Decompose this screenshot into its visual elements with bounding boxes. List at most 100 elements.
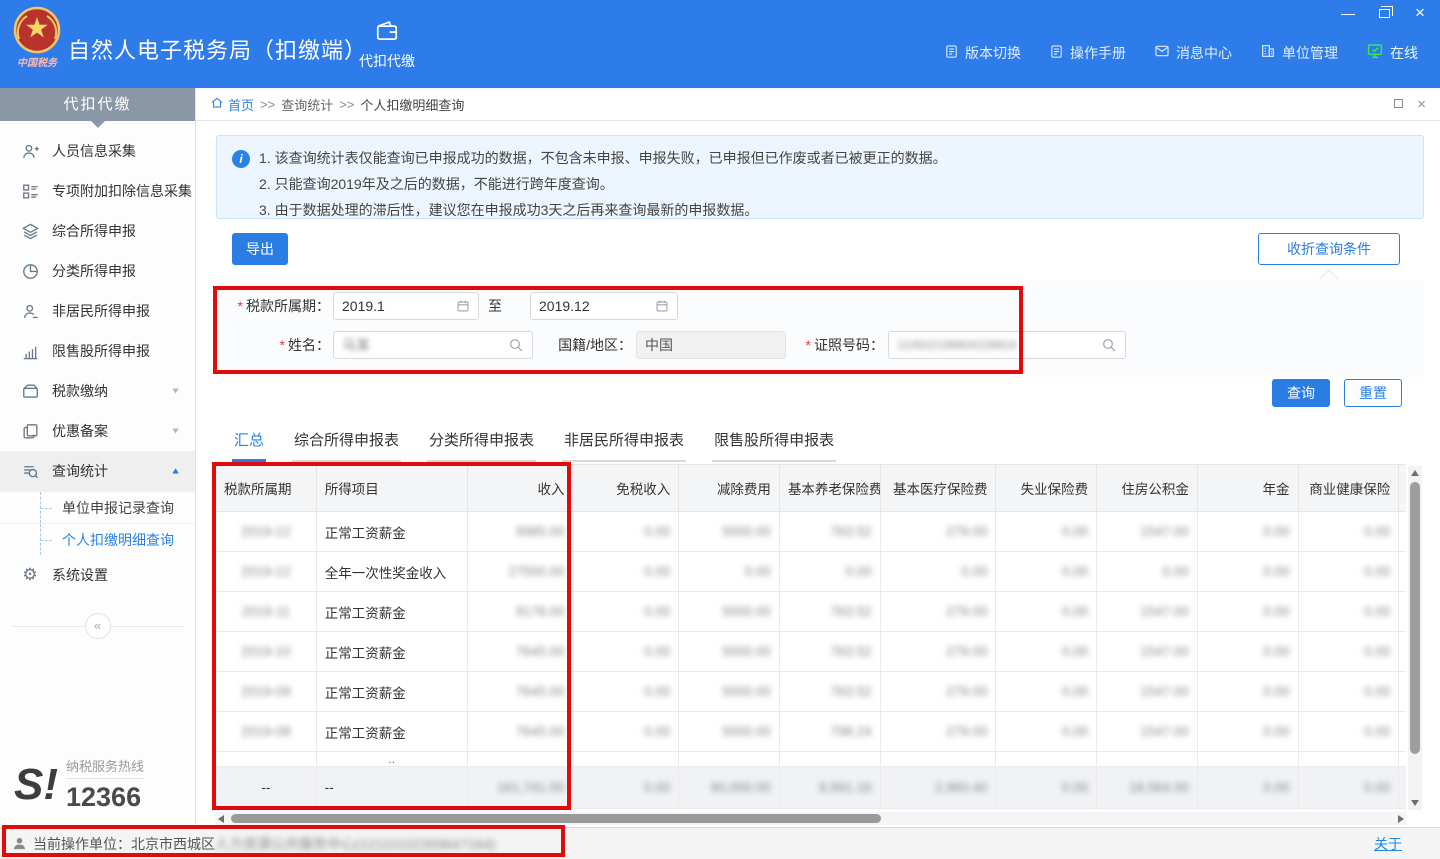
breadcrumb-crumb[interactable]: 查询统计 bbox=[281, 95, 333, 114]
tab-nonresident-income-report[interactable]: 非居民所得申报表 bbox=[562, 429, 686, 462]
period-from-input[interactable]: 2019.1 bbox=[333, 292, 479, 320]
table-cell: 0.00 bbox=[1298, 672, 1399, 712]
table-cell: 0.00 bbox=[779, 552, 880, 592]
hotline-number: 12366 bbox=[66, 782, 144, 813]
copy-icon bbox=[20, 421, 40, 441]
table-cell bbox=[679, 752, 780, 767]
version-switch-link[interactable]: 版本切换 bbox=[944, 43, 1021, 63]
calendar-icon[interactable] bbox=[456, 299, 470, 313]
table-body: 2019-12正常工资薪金9985.000.005000.00763.52279… bbox=[216, 512, 1407, 809]
horizontal-scrollbar-thumb[interactable] bbox=[231, 814, 881, 823]
table-cell: 2019-09 bbox=[216, 672, 317, 712]
table-cell: 18,564.00 bbox=[1097, 767, 1198, 809]
sidebar-collapse-row: « bbox=[0, 611, 195, 643]
sidebar-item-nonresident-income[interactable]: 非居民所得申报 bbox=[0, 291, 195, 331]
table-cell: 0.00 bbox=[1197, 512, 1298, 552]
summary-row: ----161,741.000.0060,000.008,991.162,960… bbox=[216, 767, 1407, 809]
period-label: *税款所属期： bbox=[216, 296, 330, 316]
table-cell: 763.52 bbox=[779, 512, 880, 552]
organization-icon bbox=[1260, 43, 1276, 62]
table-cell: 0.00 bbox=[1298, 632, 1399, 672]
table-cell: 27500.00 bbox=[467, 552, 573, 592]
table-cell: 798.24 bbox=[779, 712, 880, 752]
id-number-label: *证照号码： bbox=[794, 335, 884, 355]
collapse-query-button[interactable]: 收折查询条件 bbox=[1258, 233, 1400, 265]
reset-button[interactable]: 重置 bbox=[1344, 379, 1402, 407]
mail-icon bbox=[1154, 43, 1170, 62]
scroll-down-icon[interactable] bbox=[1411, 800, 1419, 806]
about-link[interactable]: 关于 bbox=[1374, 834, 1402, 854]
sidebar-item-preferential-filing[interactable]: 优惠备案 ▼ bbox=[0, 411, 195, 451]
sidebar-collapse-button[interactable]: « bbox=[85, 613, 111, 639]
table-cell: 1547.00 bbox=[1097, 512, 1198, 552]
column-header: 商业健康保险 bbox=[1298, 465, 1399, 512]
sidebar-item-comprehensive-income[interactable]: 综合所得申报 bbox=[0, 211, 195, 251]
restore-icon[interactable] bbox=[1376, 5, 1392, 21]
table-cell: 5000.00 bbox=[679, 712, 780, 752]
table-cell: 0.00 bbox=[1298, 767, 1399, 809]
calendar-icon[interactable] bbox=[655, 299, 669, 313]
sidebar-item-personnel-info[interactable]: 人员信息采集 bbox=[0, 131, 195, 171]
breadcrumb-home[interactable]: 首页 bbox=[210, 95, 254, 114]
sidebar-item-special-deduction[interactable]: 专项附加扣除信息采集 bbox=[0, 171, 195, 211]
tab-classified-income-report[interactable]: 分类所得申报表 bbox=[427, 429, 536, 462]
column-header: 减除费用 bbox=[679, 465, 780, 512]
pane-maximize-icon[interactable] bbox=[1394, 96, 1403, 113]
table-cell: 2019-12 bbox=[216, 552, 317, 592]
tab-withholding[interactable]: 代扣代缴 bbox=[346, 18, 428, 71]
sidebar-subitem-unit-declaration-query[interactable]: 单位申报记录查询 bbox=[0, 491, 195, 523]
sidebar-item-tax-payment[interactable]: 税款缴纳 ▼ bbox=[0, 371, 195, 411]
name-input[interactable]: 马某 bbox=[333, 331, 533, 359]
user-icon bbox=[12, 836, 27, 851]
table-cell bbox=[779, 752, 880, 767]
table-row: 2019-12全年一次性奖金收入27500.000.000.000.000.00… bbox=[216, 552, 1407, 592]
sidebar-item-classified-income[interactable]: 分类所得申报 bbox=[0, 251, 195, 291]
export-button[interactable]: 导出 bbox=[232, 233, 288, 265]
vertical-scrollbar[interactable] bbox=[1408, 466, 1422, 810]
table-cell: 1547.00 bbox=[1097, 712, 1198, 752]
table-cell: -- bbox=[216, 767, 317, 809]
column-header: 所得项目 bbox=[316, 465, 467, 512]
manual-link[interactable]: 操作手册 bbox=[1049, 43, 1126, 63]
table-cell: 0.00 bbox=[996, 632, 1097, 672]
search-icon[interactable] bbox=[508, 337, 524, 353]
online-monitor-icon bbox=[1366, 42, 1384, 63]
vertical-scrollbar-thumb[interactable] bbox=[1410, 482, 1420, 754]
table-cell: 正常工资薪金 bbox=[316, 712, 467, 752]
scroll-left-icon[interactable] bbox=[218, 815, 224, 823]
sidebar-subitem-personal-withholding-query[interactable]: 个人扣缴明细查询 bbox=[0, 523, 195, 555]
query-button[interactable]: 查询 bbox=[1272, 379, 1330, 407]
pane-close-icon[interactable]: × bbox=[1417, 96, 1426, 113]
search-list-icon bbox=[20, 461, 40, 481]
horizontal-scrollbar[interactable] bbox=[215, 812, 1407, 825]
tab-restricted-stock-report[interactable]: 限售股所得申报表 bbox=[712, 429, 836, 462]
table-cell: 0.00 bbox=[1399, 552, 1406, 592]
scroll-right-icon[interactable] bbox=[1398, 815, 1404, 823]
table-cell: 0.00 bbox=[1399, 632, 1406, 672]
period-to-input[interactable]: 2019.12 bbox=[530, 292, 678, 320]
table-cell: 0.00 bbox=[996, 712, 1097, 752]
table-cell: 0.00 bbox=[1298, 592, 1399, 632]
tax-emblem-logo: 中国税务 bbox=[10, 5, 64, 72]
sidebar-item-restricted-stock[interactable]: 限售股所得申报 bbox=[0, 331, 195, 371]
id-number-input[interactable]: 110502199804228818 bbox=[888, 331, 1126, 359]
sidebar-item-query-statistics[interactable]: 查询统计 ▲ bbox=[0, 451, 195, 491]
filter-panel: *税款所属期： 2019.1 至 2019.12 *姓名： 马某 国籍/地区： … bbox=[216, 281, 1424, 377]
tab-summary[interactable]: 汇总 bbox=[232, 429, 266, 462]
tab-comprehensive-income-report[interactable]: 综合所得申报表 bbox=[292, 429, 401, 462]
minimize-icon[interactable]: — bbox=[1340, 5, 1356, 21]
table-cell: 0.00 bbox=[573, 512, 679, 552]
scroll-up-icon[interactable] bbox=[1411, 470, 1419, 476]
sidebar-item-system-settings[interactable]: ⚙ 系统设置 bbox=[0, 555, 195, 595]
close-icon[interactable]: × bbox=[1412, 5, 1428, 21]
search-icon[interactable] bbox=[1101, 337, 1117, 353]
results-table-wrap: 税款所属期所得项目收入免税收入减除费用基本养老保险费基本医疗保险费失业保险费住房… bbox=[215, 464, 1406, 810]
unit-management-link[interactable]: 单位管理 bbox=[1260, 43, 1338, 63]
current-unit-label: 当前操作单位： bbox=[33, 834, 131, 854]
table-cell: -- bbox=[316, 767, 467, 809]
table-cell: 1547.00 bbox=[1097, 632, 1198, 672]
table-cell: 763.52 bbox=[779, 672, 880, 712]
message-center-link[interactable]: 消息中心 bbox=[1154, 43, 1232, 63]
table-cell bbox=[1197, 752, 1298, 767]
sidebar: 代扣代缴 人员信息采集 专项附加扣除信息采集 综合所得申报 分类所得申报 非居民… bbox=[0, 88, 196, 827]
